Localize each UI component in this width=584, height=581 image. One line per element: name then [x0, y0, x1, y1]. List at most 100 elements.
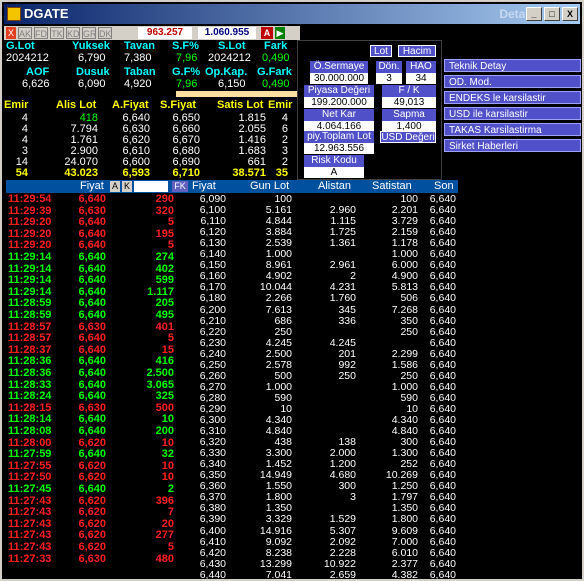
main-window: DGATE Detay _ □ X X AK FD TK KD GR DK 96… [0, 0, 584, 581]
title-bar[interactable]: DGATE Detay _ □ X [4, 4, 580, 24]
tab-fd[interactable]: FD [34, 27, 48, 39]
hacim-button[interactable]: Hacim [398, 45, 436, 57]
trade-price: 6,620 [78, 506, 106, 519]
price-row: 6,140 1.000 1.000 6,640 [196, 248, 458, 260]
trade-lot: 290 [155, 193, 174, 205]
trade-lot: 1.117 [147, 285, 174, 298]
summary1-slot: 2024212 [208, 52, 251, 64]
summary1-glot: 2024212 [6, 52, 49, 64]
summary2-header-gfark: G.Fark [257, 66, 292, 78]
toolbar-close-button[interactable]: X [6, 27, 16, 39]
depth-header-a-fiyat: A.Fiyat [112, 99, 149, 111]
trade-row: 11:27:45 6,640 2 [6, 483, 192, 495]
trade-time: 11:28:36 [8, 355, 52, 368]
trade-row: 11:27:43 6,620 277 [6, 529, 192, 541]
filter-input[interactable] [134, 181, 168, 192]
trade-time: 11:28:37 [8, 343, 52, 356]
price-row: 6,120 3.884 1.725 2.159 6,640 [196, 226, 458, 238]
menu-od-mod[interactable]: OD. Mod. [444, 75, 581, 88]
tab-dk[interactable]: DK [98, 27, 112, 39]
menu-usd-karsilastir[interactable]: USD ile karsilastir [444, 107, 581, 120]
scrollbar[interactable] [458, 180, 580, 578]
summary1-header-tavan: Tavan [124, 40, 155, 52]
menu-endeks-karsilastir[interactable]: ENDEKS le karsilastir [444, 91, 581, 104]
trade-row: 11:28:36 6,640 416 [6, 355, 192, 367]
maximize-button[interactable]: □ [544, 7, 560, 21]
summary2-header-dusuk: Dusuk [76, 66, 110, 78]
trade-lot: 495 [155, 309, 174, 321]
trade-time: 11:29:20 [8, 239, 52, 252]
price-row: 6,200 7.613 345 7.268 6,640 [196, 304, 458, 316]
trade-row: 11:28:59 6,640 205 [6, 297, 192, 309]
trade-lot: 200 [155, 425, 174, 437]
lot-button[interactable]: Lot [370, 45, 392, 57]
trade-price: 6,640 [78, 239, 106, 252]
trade-lot: 10 [161, 471, 174, 484]
usd-degeri-button[interactable]: USD Değeri [380, 131, 436, 143]
minimize-button[interactable]: _ [526, 7, 542, 21]
price-row: 6,340 1.452 1.200 252 6,640 [196, 458, 458, 470]
trade-row: 11:28:15 6,630 500 [6, 402, 192, 414]
trade-price: 6,630 [78, 320, 106, 333]
trade-row: 11:29:14 6,640 402 [6, 263, 192, 275]
k-sort-button[interactable]: K [122, 181, 132, 192]
a-button[interactable]: A [261, 27, 273, 39]
trade-time: 11:27:43 [8, 494, 52, 507]
close-button[interactable]: X [562, 7, 578, 21]
trade-price: 6,640 [78, 413, 106, 426]
trade-time: 11:29:14 [8, 251, 52, 263]
trade-time: 11:27:59 [8, 448, 52, 461]
trade-lot: 396 [155, 494, 174, 507]
summary1-header-yuksek: Yuksek [72, 40, 110, 52]
trade-lot: 401 [155, 320, 174, 333]
price-header-son: Son [434, 180, 454, 192]
price-row: 6,150 8.961 2.961 6.000 6,640 [196, 259, 458, 271]
summary2-dusuk: 6,090 [78, 78, 106, 90]
sermaye-value: 30.000.000 [310, 73, 368, 84]
trade-lot: 205 [155, 297, 174, 310]
trade-row: 11:28:36 6,640 2.500 [6, 367, 192, 379]
trade-lot: 10 [161, 459, 174, 472]
risk-label: Risk Kodu [304, 155, 364, 167]
trade-price: 6,620 [78, 471, 106, 484]
tab-ak[interactable]: AK [18, 27, 32, 39]
trade-lot: 599 [155, 274, 174, 287]
price-header-alistan: Alistan [318, 180, 352, 192]
menu-teknik-detay[interactable]: Teknik Detay [444, 59, 581, 72]
price-header-gun-lot: Gun Lot [250, 180, 290, 192]
summary1-header-slot: S.Lot [218, 40, 246, 52]
trade-row: 11:28:57 6,640 5 [6, 332, 192, 344]
menu-sirket-haberleri[interactable]: Sirket Haberleri [444, 139, 581, 152]
price-row: 6,350 14.949 4.680 10.269 6,640 [196, 469, 458, 481]
trade-time: 11:29:20 [8, 227, 52, 240]
price-header: Fiyat Gun Lot Alistan Satistan Son [192, 180, 458, 193]
a-sort-button[interactable]: A [110, 181, 120, 192]
sermaye-label: Ö.Sermaye [310, 61, 368, 73]
price-row: 6,280 590 590 6,640 [196, 392, 458, 404]
fk-button[interactable]: FK [172, 181, 188, 192]
depth-header-s-fiyat: S.Fiyat [160, 99, 197, 111]
arrow-icon[interactable]: ▶ [275, 27, 285, 39]
trade-row: 11:27:43 6,620 20 [6, 518, 192, 530]
tab-gr[interactable]: GR [82, 27, 97, 39]
trade-lot: 3.065 [146, 378, 174, 391]
trade-time: 11:27:43 [8, 529, 52, 542]
trade-lot: 320 [155, 204, 174, 217]
tab-kd[interactable]: KD [66, 27, 80, 39]
trade-price: 6,640 [78, 262, 106, 275]
trade-lot: 274 [155, 251, 174, 263]
price-row: 6,260 500 250 250 6,640 [196, 370, 458, 382]
trade-lot: 325 [155, 390, 174, 403]
tab-tk[interactable]: TK [50, 27, 64, 39]
menu-takas-karsilastirma[interactable]: TAKAS Karsilastirma [444, 123, 581, 136]
trades-header-fiyat: Fiyat [80, 180, 104, 192]
trade-time: 11:27:43 [8, 506, 52, 519]
risk-value: A [304, 167, 364, 178]
price-row: 6,290 10 10 6,640 [196, 403, 458, 415]
trade-price: 6,640 [78, 251, 106, 263]
trade-lot: 2 [167, 483, 174, 495]
trade-lot: 5 [167, 216, 174, 229]
trade-lot: 402 [155, 262, 174, 275]
fk-label: F / K [382, 85, 436, 97]
trade-time: 11:27:43 [8, 517, 52, 530]
